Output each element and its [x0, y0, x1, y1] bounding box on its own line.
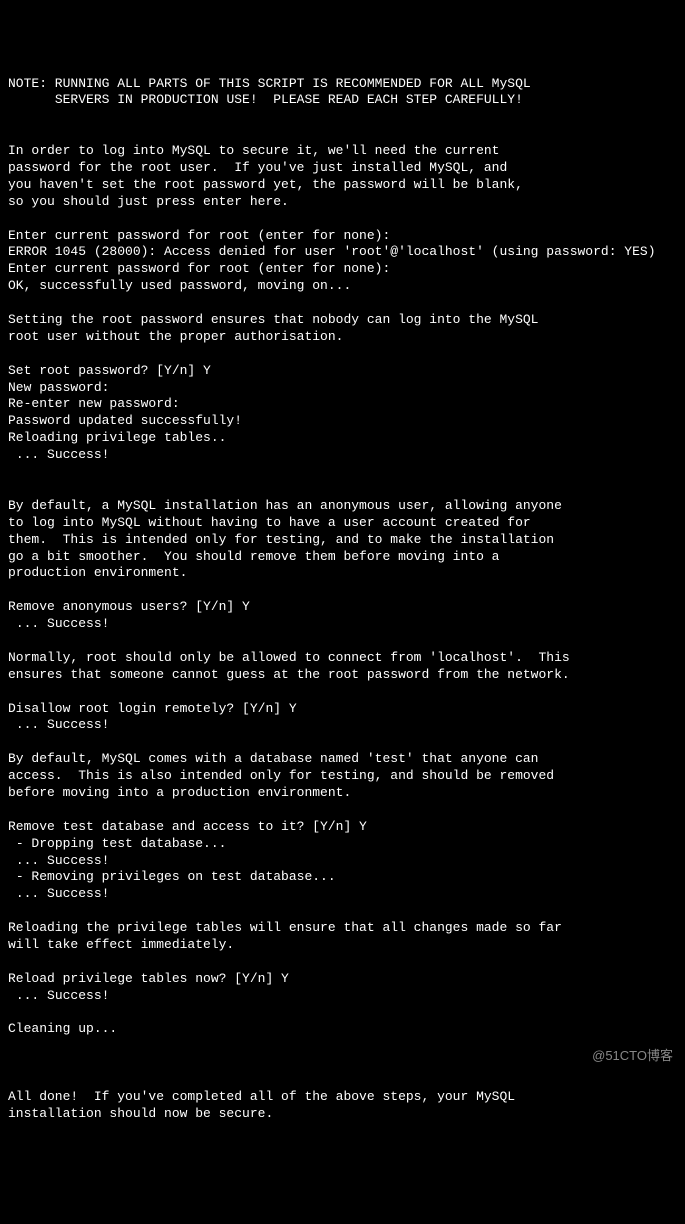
terminal-output: NOTE: RUNNING ALL PARTS OF THIS SCRIPT I…: [8, 76, 677, 1123]
watermark-text: @51CTO博客: [592, 1048, 673, 1065]
